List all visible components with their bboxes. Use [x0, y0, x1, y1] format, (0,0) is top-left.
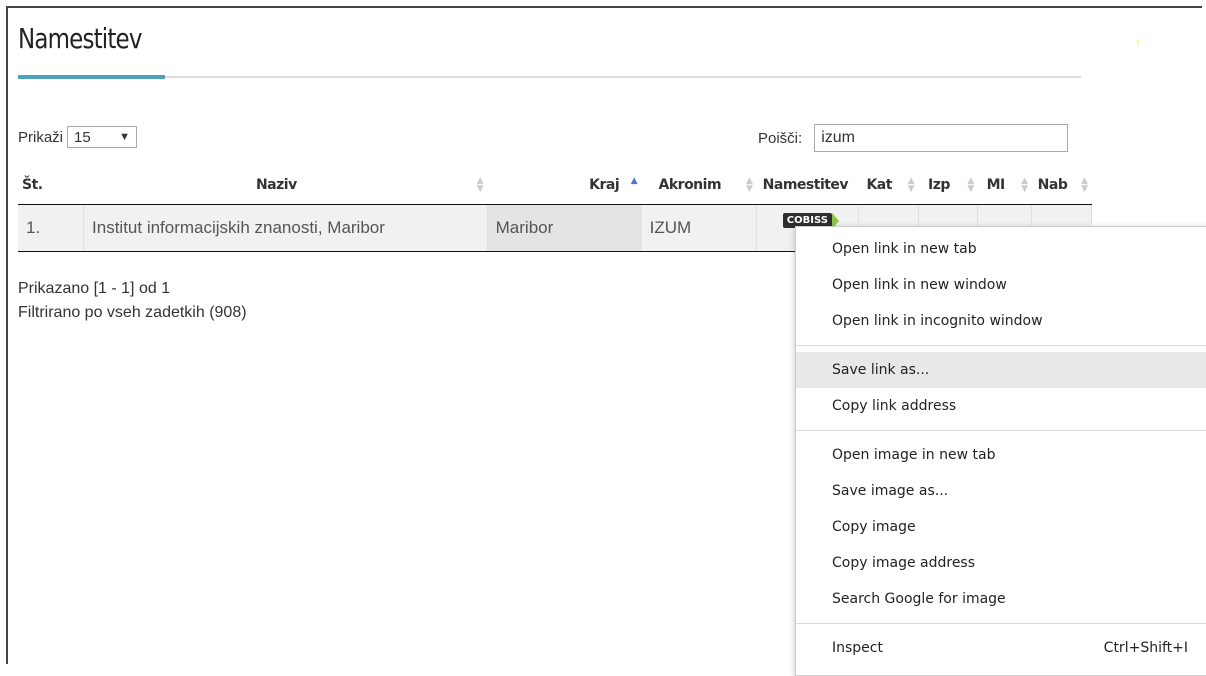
column-header-izp[interactable]: Izp ▲ ▼	[918, 166, 978, 205]
sort-icon: ▲ ▼	[1081, 176, 1088, 194]
sort-ascending-icon: ▲ ▼	[630, 176, 638, 194]
column-header-kat[interactable]: Kat ▲ ▼	[858, 166, 919, 205]
sort-icon: ▲ ▼	[1021, 176, 1028, 194]
inspect-shortcut: Ctrl+Shift+I	[1103, 640, 1188, 656]
decorative-mark	[1137, 40, 1139, 46]
column-header-akronim[interactable]: Akronim ▲ ▼	[641, 166, 757, 205]
dropdown-arrow-icon: ▼	[119, 131, 131, 143]
cell-akronim: IZUM	[641, 204, 757, 252]
cell-kraj: Maribor	[487, 204, 642, 252]
sort-icon: ▲ ▼	[746, 176, 753, 194]
menu-item-copy-image[interactable]: Copy image	[796, 509, 1206, 545]
menu-item-search-google-image[interactable]: Search Google for image	[796, 581, 1206, 617]
column-header-naziv[interactable]: Naziv ▲ ▼	[83, 166, 488, 205]
title-divider	[18, 76, 1081, 78]
column-header-nab[interactable]: Nab ▲ ▼	[1031, 166, 1092, 205]
menu-item-open-image-new-tab[interactable]: Open image in new tab	[796, 437, 1206, 473]
menu-item-save-link-as[interactable]: Save link as...	[796, 352, 1206, 388]
menu-separator	[796, 623, 1206, 624]
column-header-st[interactable]: Št.	[18, 166, 84, 205]
column-header-mi[interactable]: MI ▲ ▼	[977, 166, 1032, 205]
page-length-label: Prikaži	[18, 128, 64, 146]
menu-separator	[796, 345, 1206, 346]
page-title: Namestitev	[18, 22, 142, 55]
showing-info: Prikazano [1 - 1] od 1	[18, 280, 171, 297]
table-info: Prikazano [1 - 1] od 1 Filtrirano po vse…	[18, 277, 247, 325]
menu-item-copy-link-address[interactable]: Copy link address	[796, 388, 1206, 424]
menu-separator	[796, 430, 1206, 431]
sort-icon: ▲ ▼	[476, 176, 484, 194]
context-menu: Open link in new tab Open link in new wi…	[795, 226, 1206, 676]
search-control: Poišči:	[758, 124, 1069, 152]
filtered-info: Filtrirano po vseh zadetkih (908)	[18, 304, 247, 321]
page-length-select[interactable]: 15 ▼	[67, 126, 138, 148]
menu-item-copy-image-address[interactable]: Copy image address	[796, 545, 1206, 581]
menu-item-inspect[interactable]: Inspect Ctrl+Shift+I	[796, 630, 1206, 666]
menu-item-open-link-incognito[interactable]: Open link in incognito window	[796, 303, 1206, 339]
search-input[interactable]	[814, 124, 1069, 152]
title-accent-bar	[18, 75, 165, 79]
cell-naziv: Institut informacijskih znanosti, Maribo…	[83, 204, 488, 252]
menu-item-save-image-as[interactable]: Save image as...	[796, 473, 1206, 509]
sort-icon: ▲ ▼	[967, 176, 974, 194]
menu-item-open-link-new-window[interactable]: Open link in new window	[796, 267, 1206, 303]
column-header-kraj[interactable]: Kraj ▲ ▼	[487, 166, 642, 205]
sort-icon: ▲ ▼	[907, 176, 915, 194]
table-header-row: Št. Naziv ▲ ▼ Kraj ▲ ▼ Akronim ▲ ▼ Namestitev …	[18, 166, 1092, 205]
menu-item-open-link-new-tab[interactable]: Open link in new tab	[796, 231, 1206, 267]
page-length-value: 15	[74, 128, 91, 146]
search-label: Poišči:	[758, 129, 803, 147]
column-header-namestitev[interactable]: Namestitev	[756, 166, 859, 205]
cell-num: 1.	[18, 204, 85, 252]
page-length-control: Prikaži 15 ▼	[18, 126, 138, 148]
